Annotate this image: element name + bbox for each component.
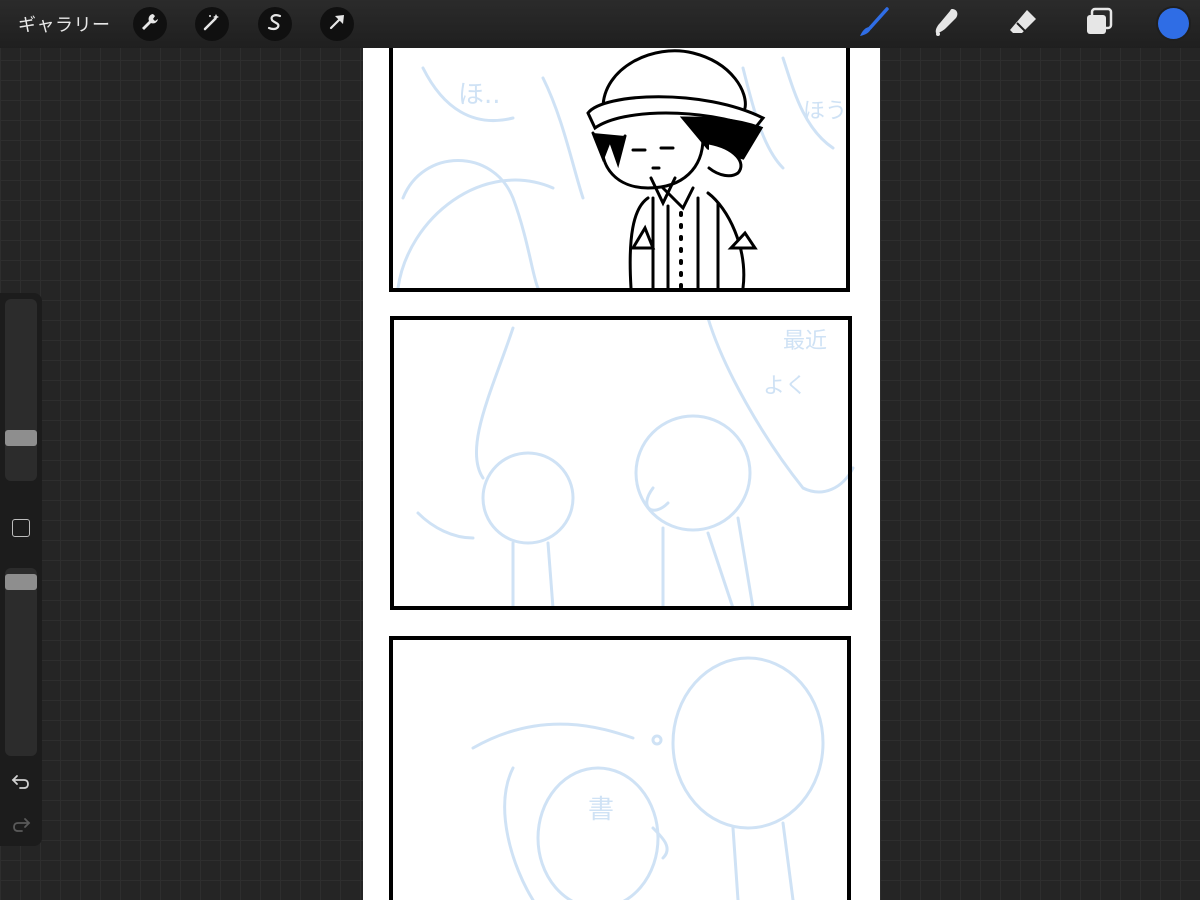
- brush-size-slider[interactable]: [5, 299, 37, 481]
- redo-button[interactable]: [9, 814, 33, 838]
- magic-wand-icon: [202, 12, 222, 36]
- transform-button[interactable]: [320, 7, 354, 41]
- svg-text:よく: よく: [763, 374, 807, 399]
- brush-button[interactable]: [857, 7, 891, 41]
- drawing-canvas[interactable]: ほ.. ほう 最近 よく 書: [363, 48, 880, 900]
- eraser-icon: [1007, 6, 1039, 42]
- manga-artwork: ほ.. ほう 最近 よく 書: [389, 48, 855, 900]
- brush-size-thumb[interactable]: [5, 430, 37, 446]
- redo-icon: [11, 814, 31, 838]
- svg-text:ほう: ほう: [803, 99, 847, 124]
- selection-button[interactable]: [258, 7, 292, 41]
- svg-text:ほ..: ほ..: [458, 80, 501, 110]
- color-picker-button[interactable]: [1158, 8, 1189, 39]
- smudge-button[interactable]: [929, 7, 963, 41]
- svg-text:書: 書: [588, 795, 614, 825]
- sketch-layer-2: 最近 よく: [416, 316, 855, 610]
- opacity-thumb[interactable]: [5, 574, 37, 590]
- left-sidebar: [0, 293, 42, 846]
- character-drawing: [586, 49, 766, 290]
- smudge-finger-icon: [930, 6, 962, 42]
- arrow-cursor-icon: [327, 12, 347, 36]
- eraser-button[interactable]: [1006, 7, 1040, 41]
- selection-s-icon: [265, 12, 285, 36]
- undo-icon: [11, 771, 31, 795]
- modify-button[interactable]: [12, 519, 30, 537]
- layers-icon: [1083, 6, 1115, 42]
- top-toolbar: ギャラリー: [0, 0, 1200, 48]
- gallery-button[interactable]: ギャラリー: [18, 11, 111, 37]
- opacity-slider[interactable]: [5, 568, 37, 756]
- undo-button[interactable]: [9, 771, 33, 795]
- svg-text:最近: 最近: [783, 329, 827, 354]
- sketch-layer-3: 書: [471, 656, 825, 900]
- adjustments-button[interactable]: [133, 7, 167, 41]
- layers-button[interactable]: [1082, 7, 1116, 41]
- wrench-icon: [140, 12, 160, 36]
- brush-icon: [858, 6, 890, 42]
- magic-button[interactable]: [195, 7, 229, 41]
